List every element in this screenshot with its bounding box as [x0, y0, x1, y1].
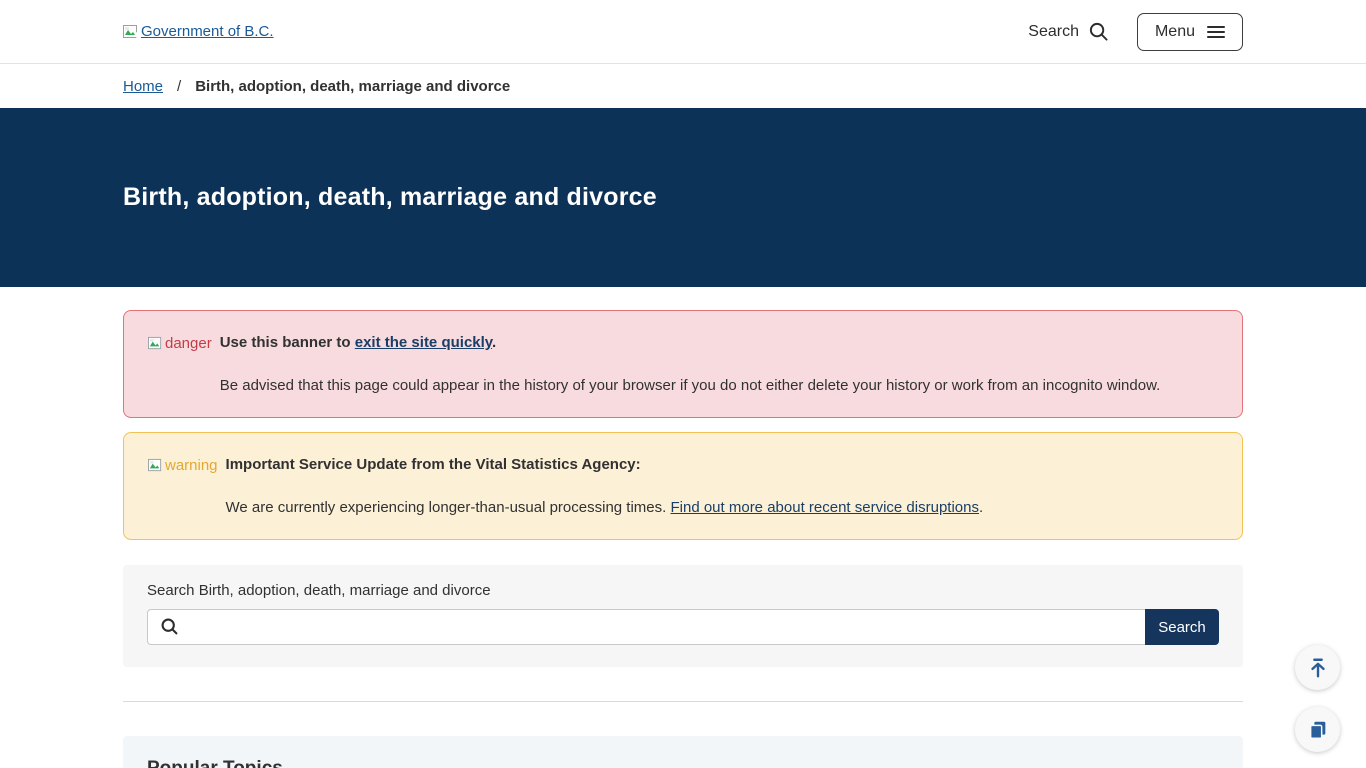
- search-icon: [1088, 21, 1109, 42]
- search-submit-button[interactable]: Search: [1145, 609, 1219, 645]
- warning-body-suffix: .: [979, 499, 983, 516]
- service-disruptions-link[interactable]: Find out more about recent service disru…: [670, 499, 979, 516]
- hero-banner: Birth, adoption, death, marriage and div…: [0, 108, 1366, 287]
- popular-topics-heading: Popular Topics: [147, 758, 1219, 768]
- search-card-label: Search Birth, adoption, death, marriage …: [147, 582, 1219, 599]
- danger-alert-lead: Use this banner to exit the site quickly…: [220, 332, 1218, 354]
- topic-search-card: Search Birth, adoption, death, marriage …: [123, 565, 1243, 667]
- header-actions: Search Menu: [1028, 13, 1243, 51]
- danger-lead-suffix: .: [492, 334, 496, 351]
- warning-body-text: We are currently experiencing longer-tha…: [226, 499, 671, 516]
- site-header: Government of B.C. Search Menu: [0, 0, 1366, 64]
- breadcrumb-current-page: Birth, adoption, death, marriage and div…: [195, 78, 510, 95]
- danger-icon-alt-text: danger: [165, 335, 212, 352]
- logo-alt-text: Government of B.C.: [141, 23, 274, 40]
- warning-alert-lead: Important Service Update from the Vital …: [226, 454, 1218, 476]
- danger-alert-body: Be advised that this page could appear i…: [220, 375, 1218, 397]
- popular-topics-section: Popular Topics: [123, 736, 1243, 768]
- government-bc-logo-link[interactable]: Government of B.C.: [123, 23, 274, 40]
- danger-alert-content: Use this banner to exit the site quickly…: [220, 332, 1218, 397]
- breadcrumb: Home / Birth, adoption, death, marriage …: [123, 64, 1243, 108]
- breadcrumb-bar: Home / Birth, adoption, death, marriage …: [0, 64, 1366, 108]
- page-title: Birth, adoption, death, marriage and div…: [123, 183, 1243, 212]
- warning-alert-content: Important Service Update from the Vital …: [226, 454, 1218, 519]
- exit-site-quickly-link[interactable]: exit the site quickly: [355, 334, 492, 351]
- search-row: Search: [147, 609, 1219, 645]
- arrow-up-to-line-icon: [1307, 657, 1329, 679]
- warning-icon-alt-text: warning: [165, 457, 218, 474]
- menu-button[interactable]: Menu: [1137, 13, 1243, 51]
- exit-site-danger-banner: danger Use this banner to exit the site …: [123, 310, 1243, 418]
- service-update-warning-banner: warning Important Service Update from th…: [123, 432, 1243, 540]
- menu-button-label: Menu: [1155, 23, 1195, 41]
- hamburger-icon: [1207, 25, 1225, 39]
- warning-alert-body: We are currently experiencing longer-tha…: [226, 497, 1218, 519]
- breadcrumb-separator: /: [177, 78, 181, 95]
- copy-page-button[interactable]: [1295, 707, 1340, 752]
- broken-image-icon: [123, 24, 139, 40]
- header-search-button[interactable]: Search: [1028, 21, 1109, 42]
- copy-icon: [1307, 719, 1329, 741]
- breadcrumb-home-link[interactable]: Home: [123, 78, 163, 95]
- main-content: danger Use this banner to exit the site …: [123, 287, 1243, 768]
- back-to-top-button[interactable]: [1295, 645, 1340, 690]
- section-divider: [123, 701, 1243, 702]
- header-search-label: Search: [1028, 23, 1079, 41]
- danger-broken-image-icon: danger: [148, 332, 212, 354]
- warning-broken-image-icon: warning: [148, 454, 218, 476]
- search-input[interactable]: [147, 609, 1145, 645]
- danger-lead-text: Use this banner to: [220, 334, 355, 351]
